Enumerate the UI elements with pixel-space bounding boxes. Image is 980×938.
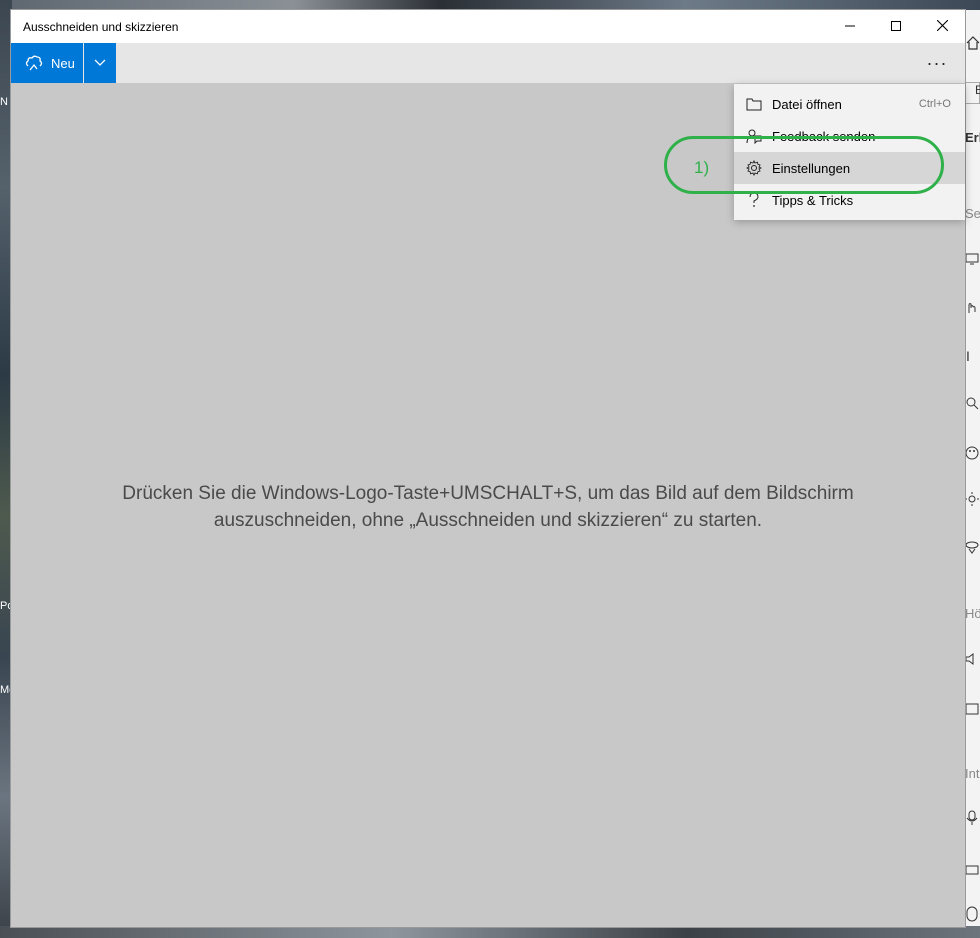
speaker-icon — [965, 652, 979, 671]
home-icon — [966, 36, 980, 55]
more-options-icon: ··· — [926, 52, 948, 73]
title-bar[interactable]: Ausschneiden und skizzieren — [11, 10, 965, 43]
more-options-button[interactable]: ··· — [917, 43, 957, 83]
menu-item-shortcut: Ctrl+O — [918, 98, 951, 110]
usage-hint-line: Drücken Sie die Windows-Logo-Taste+UMSCH… — [122, 483, 854, 504]
desktop-icon-label: N — [0, 96, 8, 108]
maximize-icon — [891, 18, 901, 36]
narrator-icon — [965, 540, 979, 559]
background-settings-window: E Erl Se I Hö Int — [964, 10, 980, 926]
annotation-label: 1) — [694, 158, 710, 177]
settings-group-label: Hö — [965, 606, 980, 621]
window-title: Ausschneiden und skizzieren — [23, 20, 179, 34]
usage-hint-line: auszuschneiden, ohne „Ausschneiden und s… — [213, 510, 763, 531]
microphone-icon — [966, 810, 978, 831]
question-icon — [746, 192, 762, 208]
palette-icon — [965, 446, 979, 465]
text-cursor-icon: I — [966, 348, 970, 364]
magnifier-icon — [965, 396, 979, 415]
settings-section-heading: Erl — [965, 130, 980, 145]
captions-icon — [965, 702, 979, 720]
desktop-background-top — [0, 0, 980, 10]
menu-item-label: Tipps & Tricks — [772, 192, 854, 208]
keyboard-icon — [965, 862, 979, 880]
chevron-down-icon — [94, 54, 106, 72]
menu-item-open-file[interactable]: Datei öffnen Ctrl+O — [734, 88, 965, 120]
new-snip-label: Neu — [51, 55, 75, 71]
desktop-background-bottom — [0, 926, 980, 938]
folder-icon — [746, 96, 762, 112]
monitor-icon — [965, 252, 979, 270]
minimize-icon — [845, 18, 855, 36]
settings-group-label: Int — [965, 766, 980, 781]
new-snip-dropdown-button[interactable] — [84, 43, 116, 83]
close-icon — [936, 18, 948, 36]
close-button[interactable] — [919, 10, 965, 43]
usage-hint: Drücken Sie die Windows-Logo-Taste+UMSCH… — [11, 480, 965, 534]
cursor-hand-icon — [965, 300, 979, 319]
mouse-icon — [966, 906, 978, 926]
settings-search-box: E — [964, 82, 980, 104]
new-snip-icon — [25, 54, 43, 72]
toolbar: Neu ··· — [11, 43, 965, 83]
menu-item-label: Datei öffnen — [772, 96, 842, 112]
maximize-button[interactable] — [873, 10, 919, 43]
minimize-button[interactable] — [827, 10, 873, 43]
brightness-icon — [965, 492, 979, 511]
new-snip-button[interactable]: Neu — [11, 43, 83, 83]
settings-group-label: Se — [965, 206, 980, 221]
